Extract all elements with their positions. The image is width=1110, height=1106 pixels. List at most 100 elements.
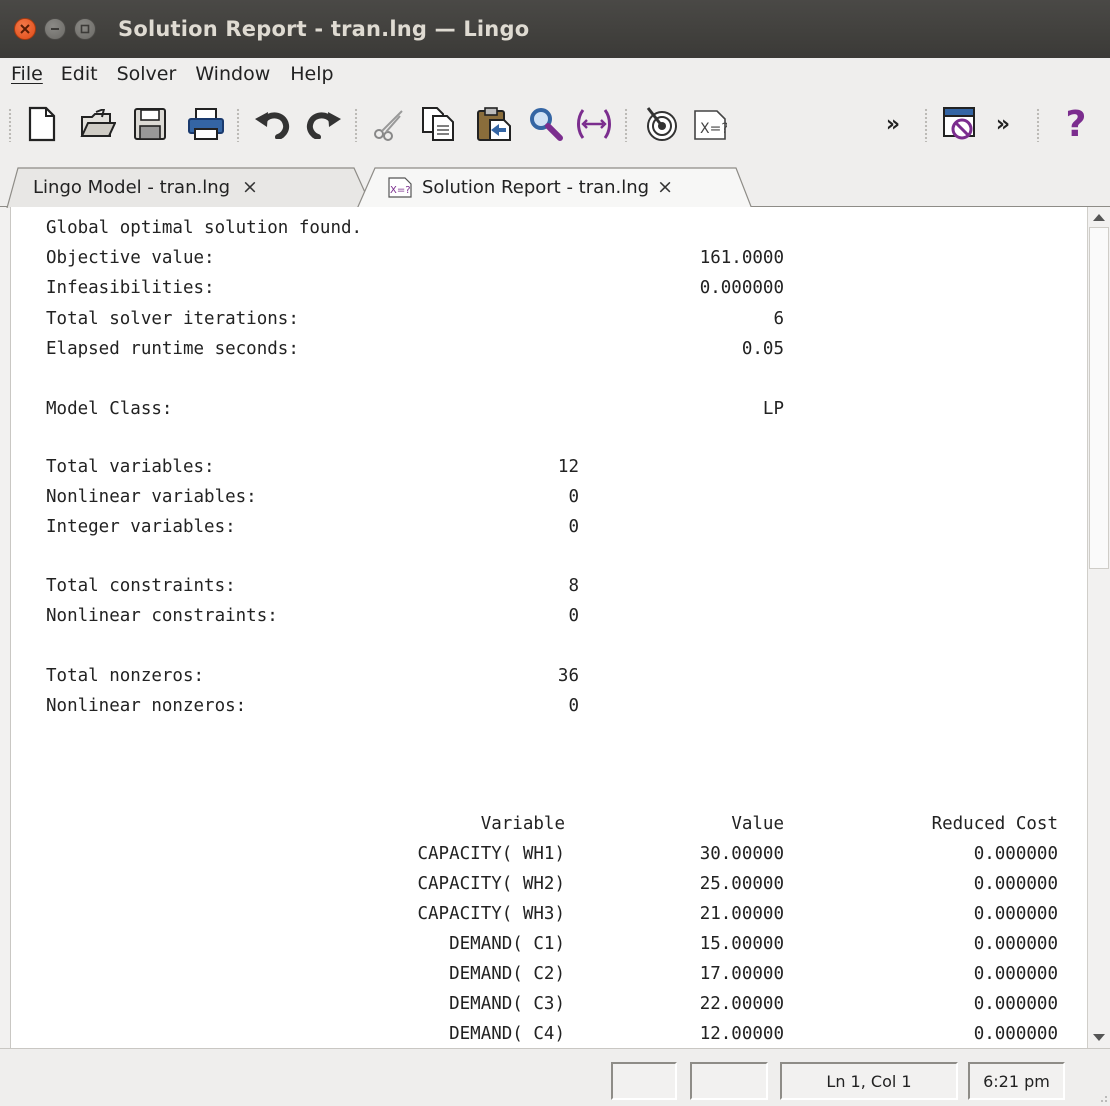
toolbar-grip[interactable]	[1036, 108, 1040, 142]
vertical-scrollbar[interactable]	[1087, 207, 1110, 1048]
status-clock: 6:21 pm	[968, 1062, 1065, 1100]
count-label: Total constraints:	[46, 576, 236, 596]
table-cell-value: 30.00000	[699, 844, 784, 864]
solve-target-icon[interactable]	[642, 104, 682, 144]
save-icon[interactable]	[130, 104, 170, 144]
maximize-icon	[80, 24, 90, 34]
scroll-up-arrow-icon[interactable]	[1093, 214, 1105, 221]
table-cell-reduced-cost: 0.000000	[973, 934, 1058, 954]
svg-text:X=?: X=?	[390, 185, 411, 196]
count-value: 0	[568, 517, 579, 537]
count-value: 36	[557, 666, 579, 686]
count-value: 0	[568, 696, 579, 716]
print-icon[interactable]	[186, 104, 226, 144]
count-value: 0	[568, 487, 579, 507]
scroll-down-arrow-icon[interactable]	[1093, 1034, 1105, 1041]
table-cell-value: 15.00000	[699, 934, 784, 954]
tab-label: Lingo Model - tran.lng	[33, 176, 231, 198]
table-cell-value: 12.00000	[699, 1024, 784, 1044]
menu-bar: File Edit Solver Window Help	[0, 58, 1110, 90]
summary-label: Elapsed runtime seconds:	[46, 339, 299, 359]
cursor-position: Ln 1, Col 1	[780, 1062, 958, 1100]
toolbar-grip[interactable]	[8, 108, 12, 142]
solution-report-icon: X=?	[388, 177, 412, 198]
status-panel-1	[611, 1062, 677, 1100]
table-header-value: Value	[731, 814, 784, 834]
match-parenthesis-icon[interactable]	[574, 104, 614, 144]
toolbar-grip[interactable]	[236, 108, 240, 142]
count-label: Nonlinear variables:	[46, 487, 257, 507]
more-chevron-icon[interactable]: »	[988, 104, 1018, 144]
solution-report-text[interactable]: Global optimal solution found. Objective…	[10, 207, 1088, 1048]
find-icon[interactable]	[526, 104, 566, 144]
more-chevron-icon[interactable]: »	[878, 104, 908, 144]
table-cell-value: 25.00000	[699, 874, 784, 894]
cut-icon[interactable]	[368, 104, 408, 144]
table-cell-variable: CAPACITY( WH3)	[417, 904, 565, 924]
count-value: 0	[568, 606, 579, 626]
window-close-button[interactable]	[14, 18, 36, 40]
minimize-icon	[51, 28, 59, 30]
tab-solution-report[interactable]: X=? Solution Report - tran.lng ×	[356, 167, 752, 209]
table-header-variable: Variable	[480, 814, 565, 834]
resize-grip-icon[interactable]	[1096, 1091, 1108, 1103]
table-cell-reduced-cost: 0.000000	[973, 994, 1058, 1014]
model-class-label: Model Class:	[46, 399, 173, 419]
toolbar-grip[interactable]	[924, 108, 928, 142]
title-bar: Solution Report - tran.lng — Lingo	[0, 0, 1110, 58]
tab-close-icon[interactable]: ×	[242, 176, 258, 198]
table-cell-variable: DEMAND( C2)	[449, 964, 565, 984]
open-folder-icon[interactable]	[78, 104, 118, 144]
new-file-icon[interactable]	[22, 104, 62, 144]
menu-edit[interactable]: Edit	[61, 63, 98, 85]
count-label: Total nonzeros:	[46, 666, 205, 686]
table-cell-value: 17.00000	[699, 964, 784, 984]
close-icon	[20, 24, 30, 34]
menu-window[interactable]: Window	[195, 63, 270, 85]
help-icon[interactable]: ?	[1056, 104, 1096, 145]
toolbar-grip[interactable]	[354, 108, 358, 142]
table-cell-reduced-cost: 0.000000	[973, 874, 1058, 894]
summary-value: 0.05	[741, 339, 784, 359]
count-value: 12	[557, 457, 579, 477]
svg-text:X=?: X=?	[700, 121, 727, 137]
count-label: Integer variables:	[46, 517, 236, 537]
close-all-icon[interactable]	[940, 104, 980, 144]
count-label: Nonlinear constraints:	[46, 606, 278, 626]
status-bar: Ln 1, Col 1 6:21 pm	[0, 1048, 1110, 1106]
table-cell-variable: DEMAND( C1)	[449, 934, 565, 954]
menu-help[interactable]: Help	[290, 63, 333, 85]
tab-label: Solution Report - tran.lng	[422, 176, 650, 198]
table-cell-reduced-cost: 0.000000	[973, 1024, 1058, 1044]
scrollbar-thumb[interactable]	[1089, 227, 1109, 569]
solution-report-icon[interactable]: X=?	[690, 104, 730, 144]
summary-value: 0.000000	[699, 278, 784, 298]
status-panel-2	[690, 1062, 768, 1100]
menu-file[interactable]: File	[11, 63, 43, 85]
redo-icon[interactable]	[304, 104, 344, 144]
count-label: Nonlinear nonzeros:	[46, 696, 247, 716]
count-value: 8	[568, 576, 579, 596]
solution-status: Global optimal solution found.	[46, 218, 363, 238]
summary-label: Total solver iterations:	[46, 309, 299, 329]
summary-value: 6	[773, 309, 784, 329]
summary-value: 161.0000	[699, 248, 784, 268]
table-cell-reduced-cost: 0.000000	[973, 964, 1058, 984]
paste-icon[interactable]	[474, 104, 514, 144]
tab-close-icon[interactable]: ×	[657, 176, 673, 198]
copy-icon[interactable]	[418, 104, 458, 144]
table-cell-reduced-cost: 0.000000	[973, 844, 1058, 864]
toolbar-grip[interactable]	[624, 108, 628, 142]
toolbar: X=? » » ?	[0, 90, 1110, 156]
window-title: Solution Report - tran.lng — Lingo	[118, 17, 530, 41]
count-label: Total variables:	[46, 457, 215, 477]
tab-bar: Lingo Model - tran.lng × X=? Solution Re…	[0, 156, 1110, 209]
window-minimize-button[interactable]	[44, 18, 66, 40]
undo-icon[interactable]	[252, 104, 292, 144]
table-cell-variable: DEMAND( C4)	[449, 1024, 565, 1044]
menu-solver[interactable]: Solver	[117, 63, 177, 85]
table-header-reduced-cost: Reduced Cost	[931, 814, 1058, 834]
tab-lingo-model[interactable]: Lingo Model - tran.lng ×	[6, 167, 376, 208]
window-maximize-button[interactable]	[74, 18, 96, 40]
summary-label: Infeasibilities:	[46, 278, 215, 298]
